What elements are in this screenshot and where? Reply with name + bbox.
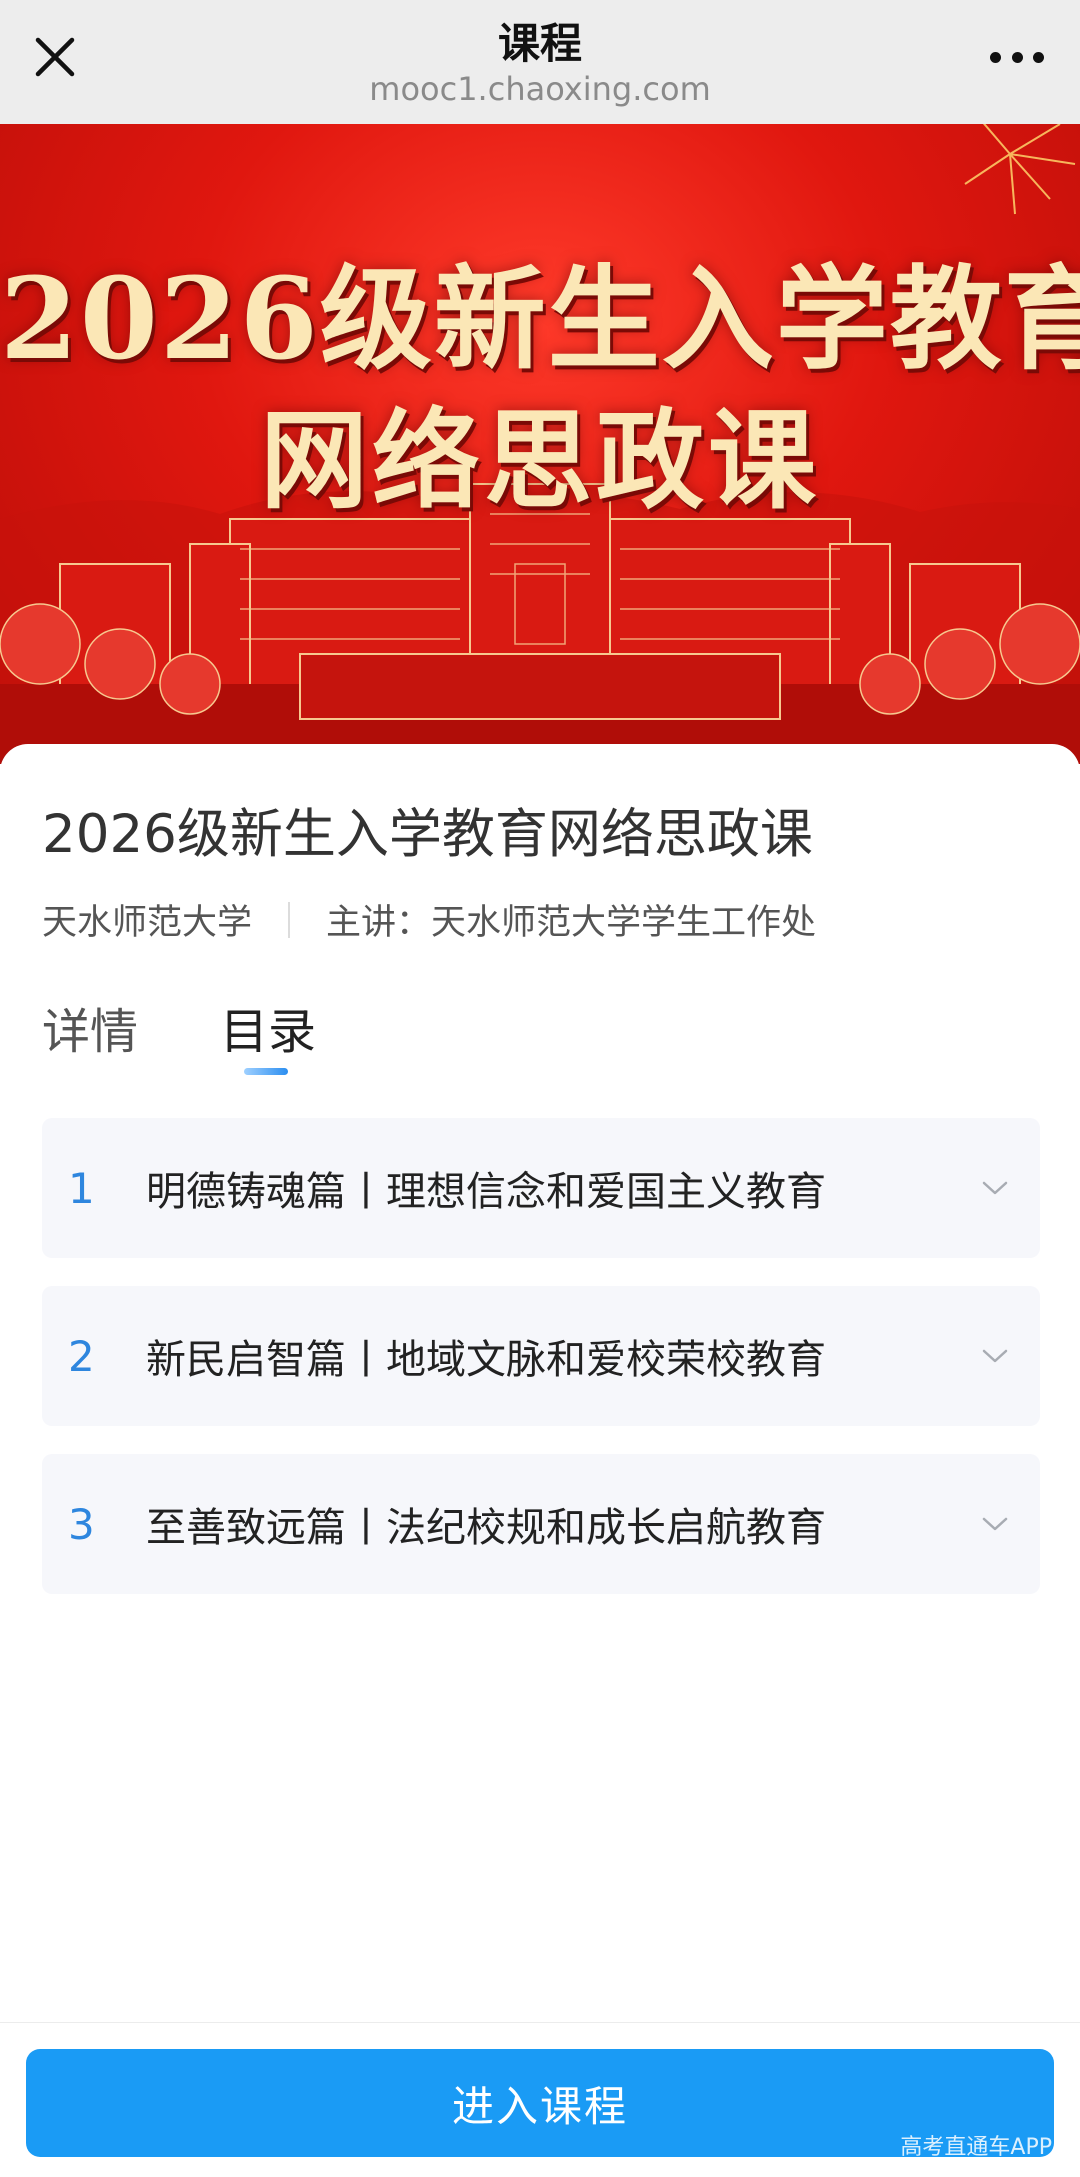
more-dot (1011, 51, 1023, 63)
meta-divider (288, 901, 291, 938)
lecturer: 主讲：天水师范大学学生工作处 (326, 903, 817, 943)
chapter-title: 至善致远篇丨法纪校规和成长启航教育 (146, 1505, 826, 1551)
browser-topbar: 课程 mooc1.chaoxing.com (0, 0, 1080, 124)
active-tab-indicator (244, 1068, 289, 1075)
school-name: 天水师范大学 (42, 903, 253, 943)
more-icon[interactable] (982, 34, 1052, 80)
banner-headline: 2026级新生入学教育 (0, 254, 1080, 385)
bottom-action-bar: 进入课程 高考直通车APP (0, 2022, 1080, 2177)
page-url: mooc1.chaoxing.com (369, 70, 711, 108)
course-card: 2026级新生入学教育网络思政课 天水师范大学 主讲：天水师范大学学生工作处 详… (0, 744, 1080, 2022)
chapter-item[interactable]: 3 至善致远篇丨法纪校规和成长启航教育 (42, 1454, 1040, 1594)
page-title: 课程 (497, 19, 582, 68)
more-dot (1033, 51, 1044, 63)
chevron-down-icon[interactable] (950, 1346, 1040, 1366)
tab-details[interactable]: 详情 (42, 992, 138, 1062)
tab-catalog[interactable]: 目录 (220, 992, 317, 1075)
chapter-number: 1 (68, 1163, 95, 1213)
tab-bar: 详情 目录 (42, 992, 317, 1075)
tab-catalog-label: 目录 (220, 1004, 317, 1060)
banner-subheadline: 网络思政课 (259, 398, 820, 524)
watermark: 高考直通车APP (900, 2135, 1052, 2160)
chapter-title: 新民启智篇丨地域文脉和爱校荣校教育 (146, 1337, 826, 1383)
chapter-number: 3 (68, 1499, 95, 1549)
course-title: 2026级新生入学教育网络思政课 (42, 804, 813, 865)
chevron-down-icon[interactable] (950, 1514, 1040, 1534)
course-banner: 2026级新生入学教育 网络思政课 (0, 124, 1080, 764)
chapter-number: 2 (68, 1331, 95, 1381)
course-meta: 天水师范大学 主讲：天水师范大学学生工作处 (42, 894, 816, 945)
chapter-title: 明德铸魂篇丨理想信念和爱国主义教育 (146, 1169, 826, 1215)
more-dot (990, 51, 1001, 63)
chapter-item[interactable]: 2 新民启智篇丨地域文脉和爱校荣校教育 (42, 1286, 1040, 1426)
chevron-down-icon[interactable] (950, 1178, 1040, 1198)
chapter-item[interactable]: 1 明德铸魂篇丨理想信念和爱国主义教育 (42, 1118, 1040, 1258)
